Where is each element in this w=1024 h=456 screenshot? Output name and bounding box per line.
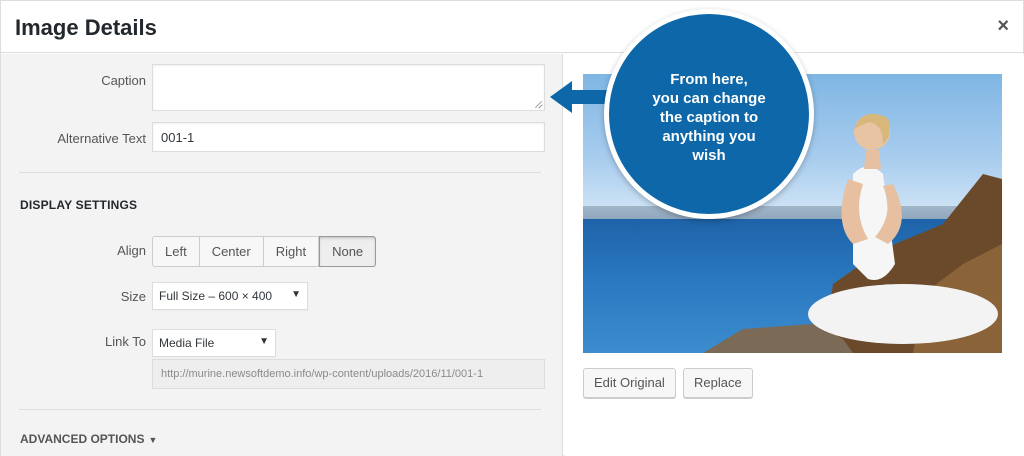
callout-line: anything you [662,128,756,145]
image-details-dialog: Image Details × Caption Alternative Text… [0,0,1024,456]
close-icon[interactable]: × [997,15,1009,37]
align-label: Align [117,243,146,258]
link-url-field[interactable]: http://murine.newsoftdemo.info/wp-conten… [152,359,545,389]
edit-original-button[interactable]: Edit Original [583,368,676,398]
callout-line: wish [692,147,726,164]
size-select[interactable]: Full Size – 600 × 400 ▼ [152,282,308,310]
advanced-options-toggle[interactable]: ADVANCED OPTIONS ▼ [20,432,157,446]
chevron-down-icon: ▼ [291,289,301,300]
link-to-select[interactable]: Media File ▼ [152,329,276,357]
dialog-title: Image Details [15,15,157,40]
display-settings-heading: DISPLAY SETTINGS [20,198,138,212]
link-to-label: Link To [105,334,146,349]
align-none-button[interactable]: None [319,236,377,267]
caption-textarea[interactable] [152,64,545,111]
settings-panel: Caption Alternative Text 001-1 DISPLAY S… [1,54,563,456]
align-center-button[interactable]: Center [199,236,264,267]
link-to-select-value: Media File [159,336,215,350]
alt-text-label: Alternative Text [57,131,146,146]
alt-text-input[interactable]: 001-1 [152,122,545,152]
replace-button[interactable]: Replace [683,368,753,398]
callout-line: you can change [652,90,766,107]
callout-text: From here, you can change the caption to… [629,70,789,165]
callout-line: From here, [670,71,748,88]
dialog-header: Image Details × [1,1,1023,53]
divider [19,172,541,173]
annotation-callout: From here, you can change the caption to… [604,9,814,219]
resize-handle-icon[interactable] [534,100,542,108]
advanced-options-label: ADVANCED OPTIONS [20,432,145,446]
caret-down-icon: ▼ [148,435,158,445]
callout-line: the caption to [659,109,759,126]
chevron-down-icon: ▼ [259,336,269,347]
align-left-button[interactable]: Left [152,236,200,267]
size-select-value: Full Size – 600 × 400 [159,289,273,303]
caption-label: Caption [101,73,146,88]
size-label: Size [120,289,146,304]
divider [19,409,541,410]
align-right-button[interactable]: Right [263,236,320,267]
align-button-group: Left Center Right None [152,236,377,267]
